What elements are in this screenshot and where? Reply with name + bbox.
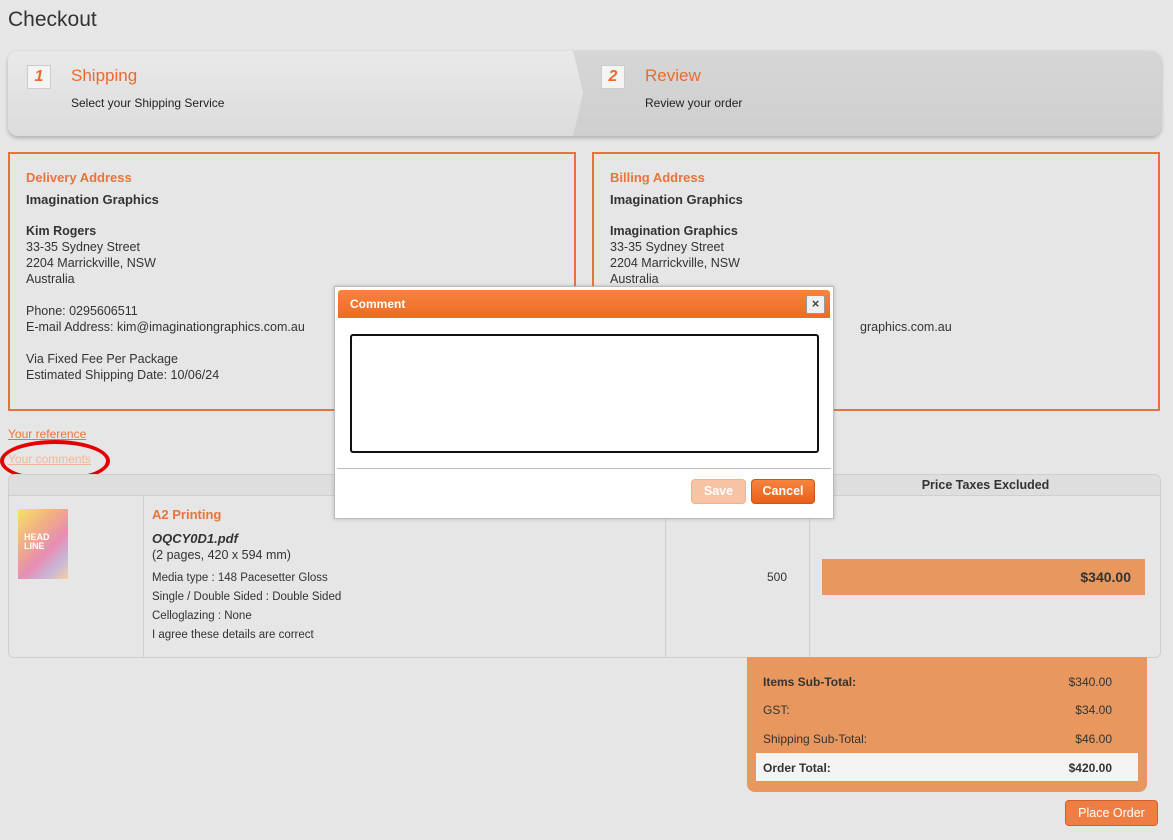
page-title: Checkout <box>8 8 97 31</box>
billing-country: Australia <box>610 272 659 286</box>
product-title: A2 Printing <box>152 507 222 522</box>
billing-name: Imagination Graphics <box>610 224 738 238</box>
dialog-title: Comment <box>350 297 406 311</box>
product-pages: (2 pages, 420 x 594 mm) <box>152 548 291 562</box>
delivery-company: Imagination Graphics <box>26 192 159 207</box>
product-file-name: OQCY0D1.pdf <box>152 531 238 546</box>
step-review-title[interactable]: Review <box>645 66 701 86</box>
product-quantity: 500 <box>767 570 788 584</box>
cancel-button[interactable]: Cancel <box>751 479 815 504</box>
step-shipping-number: 1 <box>27 65 51 89</box>
delivery-street: 33-35 Sydney Street <box>26 240 140 254</box>
dialog-header[interactable]: Comment × <box>338 290 830 318</box>
billing-city: 2204 Marrickville, NSW <box>610 256 740 270</box>
step-review-subtitle: Review your order <box>645 96 743 110</box>
billing-company: Imagination Graphics <box>610 192 743 207</box>
step-shipping-subtitle: Select your Shipping Service <box>71 96 225 110</box>
checkout-steps: 1 Shipping Select your Shipping Service … <box>8 51 1161 136</box>
shipping-subtotal-value: $46.00 <box>1075 732 1112 746</box>
product-price: $340.00 <box>822 559 1145 595</box>
comment-textarea[interactable] <box>350 334 819 453</box>
comment-dialog: Comment × Save Cancel <box>334 286 834 519</box>
step-shipping-bg <box>8 51 583 136</box>
your-reference-link[interactable]: Your reference <box>8 427 86 441</box>
gst-label: GST: <box>763 703 790 717</box>
step-review-bg <box>573 51 1161 136</box>
price-column-header: Price Taxes Excluded <box>921 478 1050 492</box>
delivery-name: Kim Rogers <box>26 224 97 238</box>
product-thumbnail: HEAD LINE <box>18 509 68 579</box>
delivery-country: Australia <box>26 272 75 286</box>
product-attribute: Single / Double Sided : Double Sided <box>152 591 342 603</box>
gst-value: $34.00 <box>1075 703 1112 717</box>
shipping-subtotal-label: Shipping Sub-Total: <box>763 732 868 746</box>
billing-street: 33-35 Sydney Street <box>610 240 724 254</box>
thumbnail-text: HEAD LINE <box>24 532 50 551</box>
items-subtotal-value: $340.00 <box>1068 675 1112 689</box>
product-attribute: Celloglazing : None <box>152 610 252 622</box>
delivery-city: 2204 Marrickville, NSW <box>26 256 156 270</box>
billing-heading: Billing Address <box>610 170 705 185</box>
order-total-label: Order Total: <box>763 761 831 775</box>
items-subtotal-label: Items Sub-Total: <box>763 675 857 689</box>
product-attribute: I agree these details are correct <box>152 629 314 641</box>
product-attribute: Media type : 148 Pacesetter Gloss <box>152 572 328 584</box>
delivery-heading: Delivery Address <box>26 170 132 185</box>
order-totals: Items Sub-Total: $340.00 GST: $34.00 Shi… <box>747 657 1147 792</box>
dialog-divider <box>337 468 831 469</box>
order-total-value: $420.00 <box>1068 761 1112 775</box>
place-order-button[interactable]: Place Order <box>1065 800 1158 826</box>
close-icon[interactable]: × <box>806 295 825 314</box>
step-shipping-title[interactable]: Shipping <box>71 66 137 86</box>
save-button[interactable]: Save <box>691 479 746 504</box>
step-review-number: 2 <box>601 65 625 89</box>
